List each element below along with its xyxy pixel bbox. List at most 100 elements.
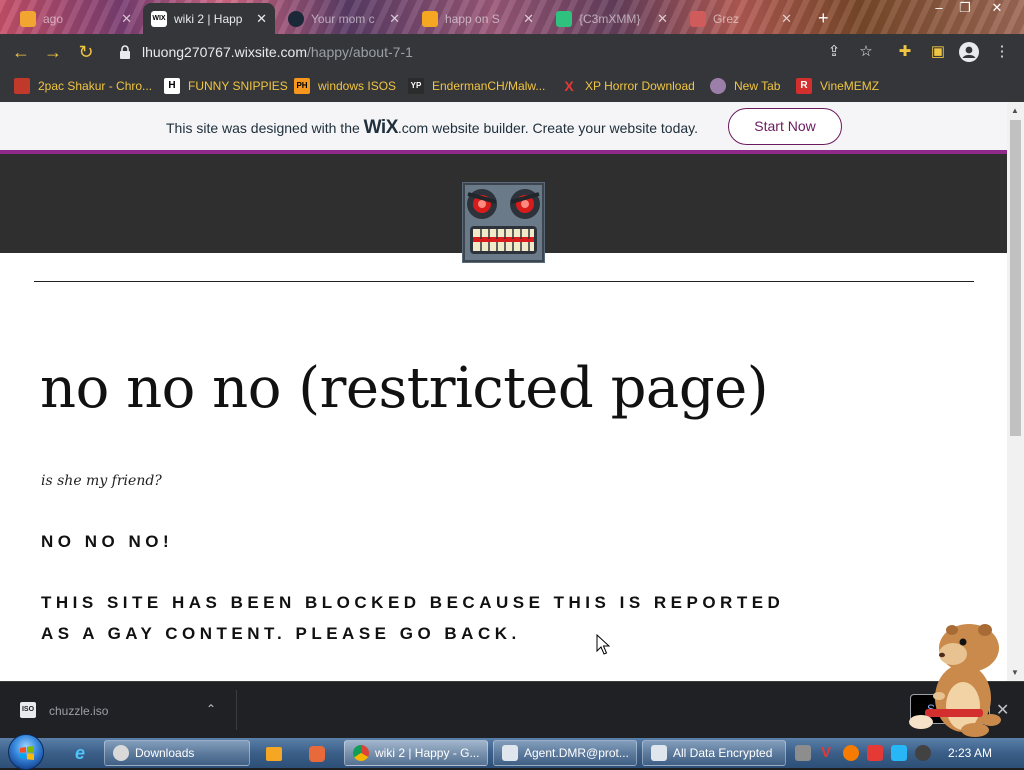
task-label: All Data Encrypted [673, 746, 773, 760]
bookmark-item[interactable]: H FUNNY SNIPPIES [164, 76, 288, 96]
tab-favicon [556, 10, 572, 27]
bookmark-label: XP Horror Download [585, 79, 695, 93]
angry-robot-logo[interactable] [462, 182, 545, 263]
extensions-puzzle-icon[interactable]: ✚ [895, 42, 915, 62]
pinned-app-icon[interactable] [297, 741, 337, 766]
tab-favicon [20, 10, 36, 27]
windows-logo-icon [20, 746, 34, 760]
tab-title: Grez [713, 11, 740, 26]
profile-avatar-icon[interactable] [959, 42, 979, 62]
tab-2-active[interactable]: WIX wiki 2 | Happ ✕ [143, 3, 275, 34]
tab-1[interactable]: ago ✕ [12, 3, 140, 34]
bookmark-label: EndermanCH/Malw... [432, 79, 546, 93]
task-label: Downloads [135, 746, 195, 760]
media-player-icon[interactable] [254, 741, 294, 766]
tab-title: ago [43, 11, 64, 26]
download-file-name: chuzzle.iso [49, 704, 109, 718]
restore-button[interactable]: ❐ [952, 0, 978, 18]
banner-text-before: This site was designed with the [166, 120, 364, 136]
tab-3[interactable]: Your mom c ✕ [280, 3, 408, 34]
page-scrollbar[interactable]: ▲ ▼ [1007, 102, 1024, 681]
task-label: Agent.DMR@prot... [524, 746, 629, 760]
taskbar-task-encrypted[interactable]: All Data Encrypted [642, 740, 786, 766]
tray-flag-icon[interactable] [867, 745, 883, 761]
page-subtitle: is she my friend? [41, 473, 162, 489]
iso-file-icon: ISO [20, 702, 36, 718]
h-icon: H [164, 78, 180, 94]
share-icon[interactable]: ⇪ [824, 42, 844, 62]
tab-close-icon[interactable]: ✕ [389, 11, 400, 27]
start-now-button[interactable]: Start Now [728, 108, 842, 145]
tab-favicon [690, 10, 706, 27]
minimize-button[interactable]: – [926, 0, 952, 18]
bookmark-item[interactable]: 2pac Shakur - Chro... [14, 76, 152, 96]
tray-volume-icon[interactable] [915, 745, 931, 761]
page-title: no no no (restricted page) [40, 356, 769, 421]
close-window-button[interactable]: ✕ [984, 0, 1010, 18]
tab-close-icon[interactable]: ✕ [781, 11, 792, 27]
address-bar[interactable]: lhuong270767.wixsite.com/happy/about-7-1 [108, 38, 884, 66]
scrollbar-thumb[interactable] [1010, 120, 1021, 436]
kebab-menu-icon[interactable]: ⋮ [992, 42, 1012, 62]
taskbar-task-downloads[interactable]: Downloads [104, 740, 250, 766]
taskbar-task-agent[interactable]: Agent.DMR@prot... [493, 740, 637, 766]
download-item[interactable]: ISO chuzzle.iso ⌃ [12, 696, 232, 726]
start-button[interactable] [8, 734, 44, 770]
scroll-up-arrow-icon[interactable]: ▲ [1011, 106, 1019, 115]
tab-close-icon[interactable]: ✕ [523, 11, 534, 27]
tab-title: wiki 2 | Happ [174, 11, 243, 26]
internet-explorer-icon[interactable]: e [60, 741, 100, 766]
tray-v-icon[interactable]: V [818, 745, 834, 761]
tray-network-icon[interactable] [891, 745, 907, 761]
tab-6[interactable]: Grez ✕ [682, 3, 800, 34]
bookmark-item[interactable]: X XP Horror Download [561, 76, 695, 96]
tab-close-icon[interactable]: ✕ [657, 11, 668, 27]
warning-text-line-1: THIS SITE HAS BEEN BLOCKED BECAUSE THIS … [41, 593, 785, 612]
globe-icon [710, 78, 726, 94]
mouse-cursor-icon [596, 634, 610, 655]
page-viewport: This site was designed with the WiX.com … [0, 102, 1024, 681]
bookmark-label: 2pac Shakur - Chro... [38, 79, 153, 93]
bookmark-item[interactable]: R VineMEMZ [796, 76, 879, 96]
task-label: wiki 2 | Happy - G... [375, 746, 480, 760]
system-clock[interactable]: 2:23 AM [948, 746, 992, 760]
windows-taskbar: e Downloads wiki 2 | Happy - G... Agent.… [0, 734, 1024, 770]
hamster-overlay-image [909, 624, 1001, 737]
bookmark-item[interactable]: PH windows ISOS [294, 76, 396, 96]
lock-icon [120, 45, 130, 59]
wix-logo-suffix: .com [397, 120, 429, 136]
star-bookmark-icon[interactable]: ☆ [856, 42, 876, 62]
bookmark-item[interactable]: New Tab [710, 76, 780, 96]
chrome-icon [353, 745, 369, 761]
side-panel-icon[interactable]: ▣ [928, 42, 948, 62]
warning-heading: NO NO NO! [41, 532, 174, 551]
shelf-separator [236, 690, 237, 730]
banner-text-after: website builder. Create your website tod… [428, 120, 698, 136]
x-icon: X [564, 78, 574, 94]
downloads-icon [113, 745, 129, 761]
back-arrow-icon[interactable]: ← [8, 39, 34, 65]
tray-search-icon[interactable] [843, 745, 859, 761]
new-tab-button[interactable]: + [810, 3, 840, 34]
reload-icon[interactable]: ↻ [73, 39, 99, 65]
tab-close-icon[interactable]: ✕ [121, 11, 132, 27]
tab-5[interactable]: {C3mXMM} ✕ [548, 3, 676, 34]
taskbar-task-chrome[interactable]: wiki 2 | Happy - G... [344, 740, 488, 766]
wix-ad-banner: This site was designed with the WiX.com … [0, 102, 1007, 150]
forward-arrow-icon[interactable]: → [40, 39, 66, 65]
window-icon [502, 745, 518, 761]
tray-app-icon[interactable] [795, 745, 811, 761]
tab-close-icon[interactable]: ✕ [256, 11, 267, 27]
tab-4[interactable]: happ on S ✕ [414, 3, 542, 34]
yp-icon: YP [408, 78, 424, 94]
tab-favicon [422, 10, 438, 27]
bookmark-label: windows ISOS [318, 79, 397, 93]
bookmark-item[interactable]: YP EndermanCH/Malw... [408, 76, 545, 96]
download-shelf: ISO chuzzle.iso ⌃ ✕ [0, 681, 1024, 738]
url-domain: lhuong270767.wixsite.com [142, 44, 307, 60]
r-icon: R [796, 78, 812, 94]
fire-icon [14, 78, 30, 94]
tab-title: Your mom c [311, 11, 375, 26]
chevron-up-icon[interactable]: ⌃ [206, 702, 216, 716]
wix-logo: WiX [363, 117, 399, 138]
